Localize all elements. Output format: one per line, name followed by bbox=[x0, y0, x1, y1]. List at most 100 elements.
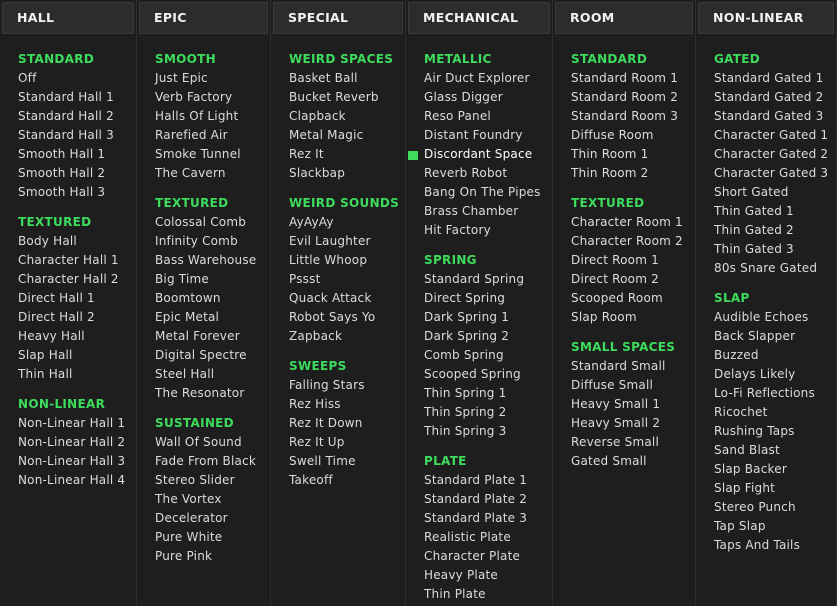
preset-item[interactable]: Pssst bbox=[289, 272, 321, 286]
preset-item[interactable]: Character Gated 1 bbox=[714, 128, 828, 142]
preset-item[interactable]: Standard Hall 3 bbox=[18, 128, 114, 142]
preset-item[interactable]: Non-Linear Hall 1 bbox=[18, 416, 125, 430]
preset-item[interactable]: Character Room 2 bbox=[571, 234, 683, 248]
preset-item[interactable]: Character Gated 2 bbox=[714, 147, 828, 161]
preset-item[interactable]: Metal Magic bbox=[289, 128, 363, 142]
column-header-non-linear[interactable]: NON-LINEAR bbox=[698, 2, 834, 34]
preset-item[interactable]: Clapback bbox=[289, 109, 346, 123]
preset-item[interactable]: Body Hall bbox=[18, 234, 77, 248]
preset-item[interactable]: Smooth Hall 2 bbox=[18, 166, 105, 180]
preset-item[interactable]: Comb Spring bbox=[424, 348, 504, 362]
preset-item[interactable]: The Cavern bbox=[155, 166, 226, 180]
preset-item[interactable]: Quack Attack bbox=[289, 291, 371, 305]
preset-item[interactable]: Halls Of Light bbox=[155, 109, 238, 123]
preset-item[interactable]: Heavy Hall bbox=[18, 329, 85, 343]
preset-item[interactable]: Diffuse Room bbox=[571, 128, 654, 142]
preset-item[interactable]: Falling Stars bbox=[289, 378, 365, 392]
preset-item[interactable]: Rez It bbox=[289, 147, 324, 161]
preset-item[interactable]: Infinity Comb bbox=[155, 234, 238, 248]
preset-item[interactable]: Digital Spectre bbox=[155, 348, 247, 362]
preset-item[interactable]: Character Gated 3 bbox=[714, 166, 828, 180]
preset-item[interactable]: Standard Small bbox=[571, 359, 666, 373]
preset-item[interactable]: Rez It Up bbox=[289, 435, 345, 449]
preset-item[interactable]: Standard Gated 2 bbox=[714, 90, 823, 104]
preset-item[interactable]: Direct Room 2 bbox=[571, 272, 659, 286]
preset-item[interactable]: Basket Ball bbox=[289, 71, 358, 85]
preset-item[interactable]: Bass Warehouse bbox=[155, 253, 256, 267]
preset-item[interactable]: Distant Foundry bbox=[424, 128, 523, 142]
preset-item[interactable]: Swell Time bbox=[289, 454, 356, 468]
preset-item[interactable]: Slap Room bbox=[571, 310, 637, 324]
preset-item[interactable]: Standard Room 3 bbox=[571, 109, 678, 123]
preset-item[interactable]: Discordant Space bbox=[424, 147, 532, 161]
preset-item[interactable]: Heavy Plate bbox=[424, 568, 498, 582]
preset-item[interactable]: AyAyAy bbox=[289, 215, 334, 229]
preset-item[interactable]: Standard Room 2 bbox=[571, 90, 678, 104]
preset-item[interactable]: Back Slapper bbox=[714, 329, 795, 343]
preset-item[interactable]: Delays Likely bbox=[714, 367, 795, 381]
preset-item[interactable]: Lo-Fi Reflections bbox=[714, 386, 815, 400]
preset-item[interactable]: Fade From Black bbox=[155, 454, 256, 468]
preset-item[interactable]: Standard Room 1 bbox=[571, 71, 678, 85]
preset-item[interactable]: Smoke Tunnel bbox=[155, 147, 241, 161]
preset-item[interactable]: Thin Spring 1 bbox=[424, 386, 506, 400]
preset-item[interactable]: Rez It Down bbox=[289, 416, 363, 430]
preset-item[interactable]: Thin Room 1 bbox=[571, 147, 649, 161]
preset-item[interactable]: Direct Spring bbox=[424, 291, 505, 305]
preset-item[interactable]: Colossal Comb bbox=[155, 215, 246, 229]
preset-item[interactable]: Smooth Hall 1 bbox=[18, 147, 105, 161]
preset-item[interactable]: Zapback bbox=[289, 329, 342, 343]
preset-item[interactable]: Thin Plate bbox=[424, 587, 486, 601]
column-header-mechanical[interactable]: MECHANICAL bbox=[408, 2, 550, 34]
preset-item[interactable]: Standard Gated 3 bbox=[714, 109, 823, 123]
preset-item[interactable]: Character Room 1 bbox=[571, 215, 683, 229]
preset-item[interactable]: Non-Linear Hall 2 bbox=[18, 435, 125, 449]
preset-item[interactable]: Standard Spring bbox=[424, 272, 524, 286]
preset-item[interactable]: Taps And Tails bbox=[714, 538, 800, 552]
preset-item[interactable]: Short Gated bbox=[714, 185, 789, 199]
preset-item[interactable]: Dark Spring 1 bbox=[424, 310, 509, 324]
preset-item[interactable]: The Resonator bbox=[155, 386, 244, 400]
preset-item[interactable]: Thin Gated 1 bbox=[714, 204, 794, 218]
preset-item[interactable]: Slackbap bbox=[289, 166, 345, 180]
preset-item[interactable]: Evil Laughter bbox=[289, 234, 371, 248]
preset-item[interactable]: Epic Metal bbox=[155, 310, 219, 324]
preset-item[interactable]: Rushing Taps bbox=[714, 424, 795, 438]
preset-item[interactable]: Character Plate bbox=[424, 549, 520, 563]
preset-item[interactable]: Thin Gated 2 bbox=[714, 223, 794, 237]
preset-item[interactable]: Standard Hall 1 bbox=[18, 90, 114, 104]
preset-item[interactable]: Glass Digger bbox=[424, 90, 503, 104]
preset-item[interactable]: Gated Small bbox=[571, 454, 647, 468]
preset-item[interactable]: The Vortex bbox=[155, 492, 222, 506]
preset-item[interactable]: Thin Spring 2 bbox=[424, 405, 506, 419]
preset-item[interactable]: Metal Forever bbox=[155, 329, 240, 343]
preset-item[interactable]: Heavy Small 1 bbox=[571, 397, 660, 411]
preset-item[interactable]: Just Epic bbox=[155, 71, 208, 85]
preset-item[interactable]: Ricochet bbox=[714, 405, 768, 419]
preset-item[interactable]: Robot Says Yo bbox=[289, 310, 375, 324]
preset-item[interactable]: Boomtown bbox=[155, 291, 221, 305]
preset-item[interactable]: Scooped Spring bbox=[424, 367, 521, 381]
preset-item[interactable]: Non-Linear Hall 4 bbox=[18, 473, 125, 487]
preset-item[interactable]: Sand Blast bbox=[714, 443, 780, 457]
preset-item[interactable]: Takeoff bbox=[289, 473, 333, 487]
preset-item[interactable]: Thin Spring 3 bbox=[424, 424, 506, 438]
preset-item[interactable]: Direct Hall 1 bbox=[18, 291, 95, 305]
preset-item[interactable]: 80s Snare Gated bbox=[714, 261, 817, 275]
preset-item[interactable]: Standard Plate 3 bbox=[424, 511, 527, 525]
preset-item[interactable]: Stereo Slider bbox=[155, 473, 235, 487]
preset-item[interactable]: Slap Hall bbox=[18, 348, 73, 362]
preset-item[interactable]: Air Duct Explorer bbox=[424, 71, 530, 85]
preset-item[interactable]: Brass Chamber bbox=[424, 204, 518, 218]
preset-item[interactable]: Thin Hall bbox=[18, 367, 73, 381]
preset-item[interactable]: Direct Room 1 bbox=[571, 253, 659, 267]
preset-item[interactable]: Big Time bbox=[155, 272, 209, 286]
preset-item[interactable]: Buzzed bbox=[714, 348, 759, 362]
preset-item[interactable]: Rez Hiss bbox=[289, 397, 341, 411]
preset-item[interactable]: Off bbox=[18, 71, 37, 85]
preset-item[interactable]: Audible Echoes bbox=[714, 310, 808, 324]
column-header-room[interactable]: ROOM bbox=[555, 2, 693, 34]
preset-item[interactable]: Standard Hall 2 bbox=[18, 109, 114, 123]
preset-item[interactable]: Reso Panel bbox=[424, 109, 491, 123]
preset-item[interactable]: Wall Of Sound bbox=[155, 435, 242, 449]
